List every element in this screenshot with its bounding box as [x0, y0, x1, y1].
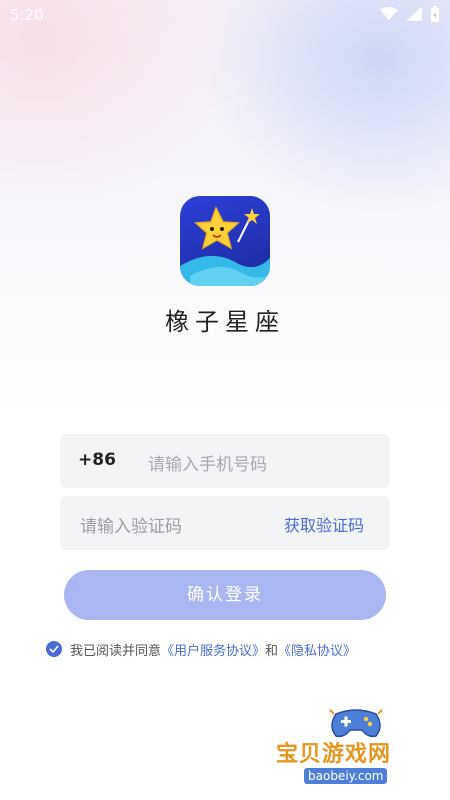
user-agreement-link[interactable]: 《用户服务协议》 [161, 640, 265, 659]
agreement-prefix: 我已阅读并同意 [70, 643, 162, 659]
verification-code-field[interactable]: 请输入验证码 获取验证码 [60, 496, 390, 550]
privacy-policy-link[interactable]: 《隐私协议》 [278, 640, 356, 659]
status-time: 5:20 [10, 6, 44, 24]
phone-input-placeholder[interactable]: 请输入手机号码 [148, 450, 267, 475]
signal-icon [406, 7, 422, 21]
app-logo [180, 196, 270, 286]
agreement-row: 我已阅读并同意 《用户服务协议》 和 《隐私协议》 [46, 639, 356, 659]
get-code-button[interactable]: 获取验证码 [284, 512, 364, 536]
app-name: 橡子星座 [165, 308, 285, 336]
code-input-placeholder[interactable]: 请输入验证码 [80, 512, 182, 537]
gamepad-icon [329, 709, 383, 738]
watermark-url: baobeiy.com [304, 768, 388, 784]
check-icon [49, 645, 59, 653]
country-code[interactable]: +86 [78, 450, 116, 470]
status-icons [380, 6, 440, 22]
battery-icon [431, 6, 439, 22]
watermark-title: 宝贝游戏网 [276, 742, 392, 767]
agreement-checkbox[interactable] [46, 641, 62, 657]
login-button[interactable]: 确认登录 [64, 570, 386, 620]
wifi-icon [380, 7, 398, 20]
status-bar: 5:20 [0, 0, 450, 32]
watermark: 宝贝游戏网 baobeiy.com [276, 706, 446, 792]
agreement-and: 和 [265, 643, 279, 659]
phone-field[interactable]: +86 请输入手机号码 [60, 434, 390, 488]
